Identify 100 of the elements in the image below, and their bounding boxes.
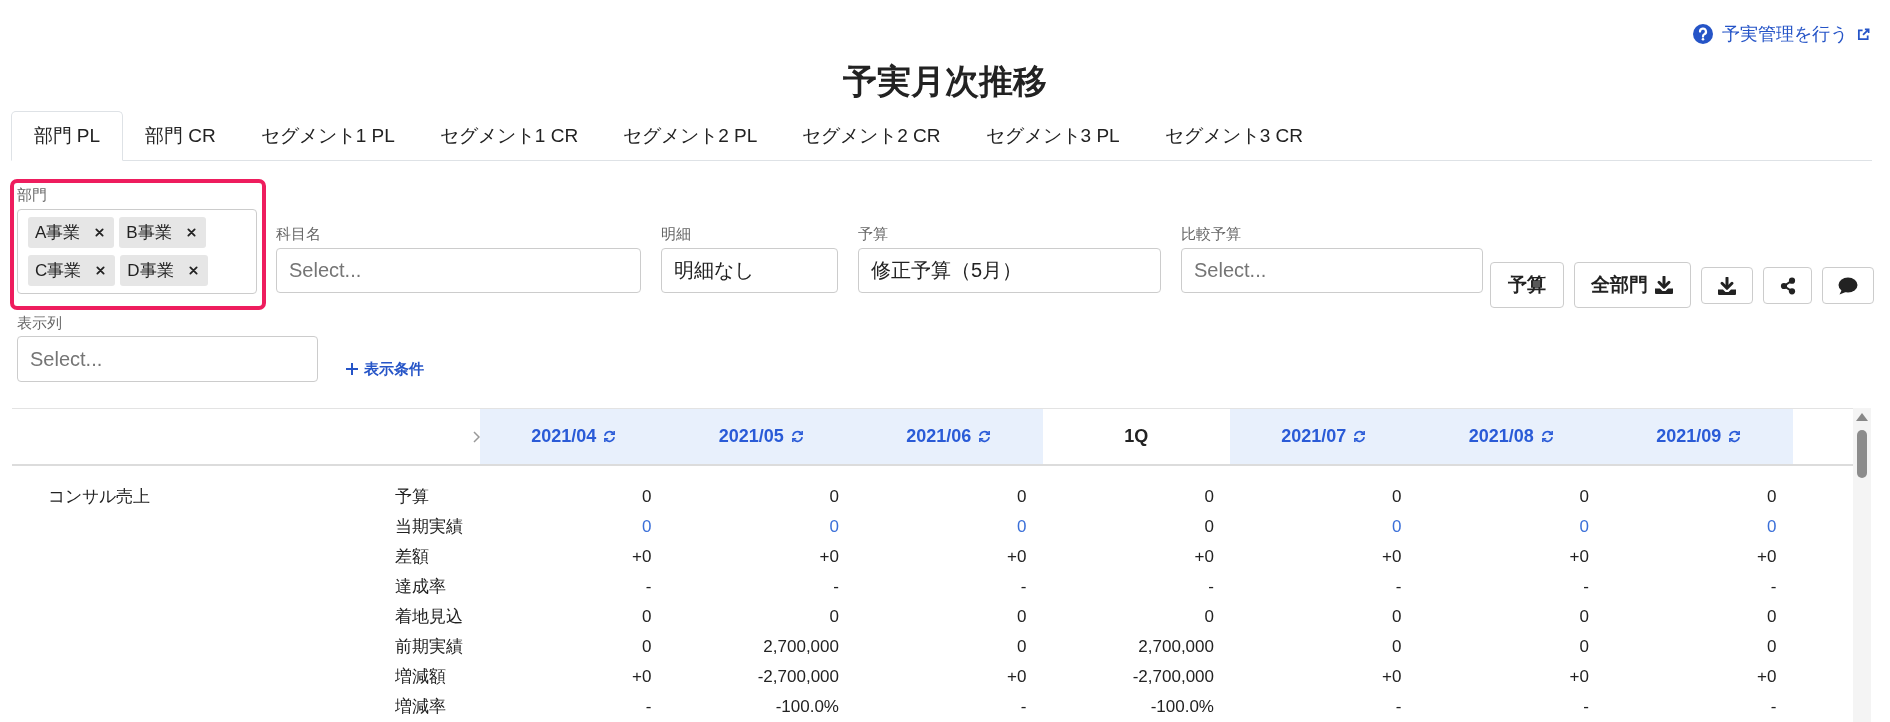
chip-label: B事業 xyxy=(126,222,172,244)
table-cell[interactable]: 0 xyxy=(1017,517,1027,536)
row-label: 前期実績 xyxy=(395,637,463,656)
row-label: 増減率 xyxy=(395,697,446,716)
table-cell: 0 xyxy=(1767,637,1777,656)
action-button[interactable]: 予算 xyxy=(1490,262,1564,308)
comment-button[interactable] xyxy=(1822,267,1874,304)
table-cell: 0 xyxy=(1767,487,1777,506)
table-cell: - xyxy=(1770,577,1777,596)
add-condition-link[interactable]: 表示条件 xyxy=(346,360,424,378)
table-cell: +0 xyxy=(1007,667,1027,686)
chevron-right-icon[interactable] xyxy=(473,430,480,443)
tab[interactable]: セグメント2 PL xyxy=(600,111,780,161)
external-link-icon xyxy=(1857,27,1870,41)
download-button[interactable] xyxy=(1701,267,1753,304)
action-button[interactable]: 全部門 xyxy=(1574,262,1691,308)
tab[interactable]: セグメント2 CR xyxy=(779,111,964,161)
scrollbar-thumb[interactable] xyxy=(1857,430,1867,478)
close-icon[interactable] xyxy=(186,228,196,237)
table-cell[interactable]: 0 xyxy=(1392,517,1402,536)
refresh-icon[interactable] xyxy=(790,430,804,443)
tab[interactable]: セグメント3 PL xyxy=(963,111,1143,161)
table-cell: +0 xyxy=(632,547,652,566)
field-label: 明細 xyxy=(661,225,691,243)
table-cell: - xyxy=(1208,577,1214,596)
table-cell: 0 xyxy=(642,607,652,626)
refresh-icon[interactable] xyxy=(1728,430,1742,443)
row-label: 予算 xyxy=(395,487,429,506)
column-label: 2021/07 xyxy=(1281,426,1347,447)
table-cell: +0 xyxy=(1757,667,1777,686)
select-field[interactable]: 修正予算（5月） xyxy=(858,248,1161,293)
refresh-icon[interactable] xyxy=(603,430,617,443)
help-icon xyxy=(1693,24,1713,44)
table-cell: - xyxy=(1020,577,1027,596)
table-cell: 0 xyxy=(1579,487,1589,506)
column-label: 2021/05 xyxy=(718,426,784,447)
close-icon[interactable] xyxy=(96,266,106,275)
close-icon[interactable] xyxy=(95,228,105,237)
select-field[interactable]: 明細なし xyxy=(661,248,838,293)
speech-bubble-icon xyxy=(1838,276,1858,295)
select-field[interactable]: Select... xyxy=(1181,248,1483,293)
table-cell: +0 xyxy=(632,667,652,686)
row-label: 当期実績 xyxy=(395,517,463,536)
column-label: 2021/06 xyxy=(906,426,972,447)
table-cell: 0 xyxy=(1767,607,1777,626)
help-link[interactable]: 予実管理を行う xyxy=(1693,22,1870,46)
field-label: 予算 xyxy=(858,225,888,243)
field-label: 比較予算 xyxy=(1181,225,1241,243)
refresh-icon[interactable] xyxy=(1540,430,1554,443)
column-label: 2021/08 xyxy=(1468,426,1534,447)
row-label: 増減額 xyxy=(395,667,446,686)
field-label: 科目名 xyxy=(276,225,321,243)
row-label: 達成率 xyxy=(395,577,446,596)
table-cell: +0 xyxy=(1569,547,1589,566)
tab[interactable]: セグメント3 CR xyxy=(1142,111,1326,161)
table-cell: +0 xyxy=(1382,547,1402,566)
table-cell: - xyxy=(1020,697,1027,716)
select-field[interactable]: Select... xyxy=(17,336,318,382)
chip-label: D事業 xyxy=(127,260,174,282)
tab[interactable]: セグメント1 PL xyxy=(238,111,418,161)
tab[interactable]: 部門 PL xyxy=(11,111,123,161)
select-field[interactable]: Select... xyxy=(276,248,641,293)
close-icon[interactable] xyxy=(188,266,198,275)
share-button[interactable] xyxy=(1763,267,1812,304)
table-cell: 0 xyxy=(1204,607,1214,626)
table-cell[interactable]: 0 xyxy=(642,517,652,536)
chip-label: A事業 xyxy=(35,222,81,244)
table-cell: +0 xyxy=(1569,667,1589,686)
table-cell[interactable]: 0 xyxy=(829,517,839,536)
download-icon xyxy=(1654,276,1674,294)
tab[interactable]: 部門 CR xyxy=(122,111,239,161)
column-label: 2021/09 xyxy=(1656,426,1722,447)
table-cell: -100.0% xyxy=(775,697,839,716)
field-label: 部門 xyxy=(17,186,47,204)
table-cell: +0 xyxy=(1757,547,1777,566)
refresh-icon[interactable] xyxy=(978,430,992,443)
table-cell: +0 xyxy=(819,547,839,566)
table-cell: 0 xyxy=(1392,607,1402,626)
table-cell: 0 xyxy=(1204,517,1214,536)
table-cell[interactable]: 0 xyxy=(1579,517,1589,536)
column-label: 1Q xyxy=(1124,426,1149,447)
field-label: 表示列 xyxy=(17,314,62,332)
scroll-up-icon[interactable] xyxy=(1856,413,1868,421)
table-cell: -2,700,000 xyxy=(1132,667,1214,686)
refresh-icon[interactable] xyxy=(1353,430,1367,443)
table-cell: 0 xyxy=(1579,637,1589,656)
scrollbar[interactable] xyxy=(1853,408,1871,722)
multi-select-field[interactable]: A事業 B事業 C事業 D事業 xyxy=(17,209,257,294)
share-icon xyxy=(1779,276,1796,295)
table-cell: +0 xyxy=(1382,667,1402,686)
row-label: 着地見込 xyxy=(395,607,463,626)
tab[interactable]: セグメント1 CR xyxy=(417,111,601,161)
table-cell: -2,700,000 xyxy=(757,667,839,686)
table-cell: - xyxy=(645,577,652,596)
table-cell: - xyxy=(833,577,839,596)
download-icon xyxy=(1717,276,1737,295)
table-cell: 0 xyxy=(829,487,839,506)
table-cell: 0 xyxy=(642,637,652,656)
table-cell: 0 xyxy=(829,607,839,626)
table-cell[interactable]: 0 xyxy=(1767,517,1777,536)
